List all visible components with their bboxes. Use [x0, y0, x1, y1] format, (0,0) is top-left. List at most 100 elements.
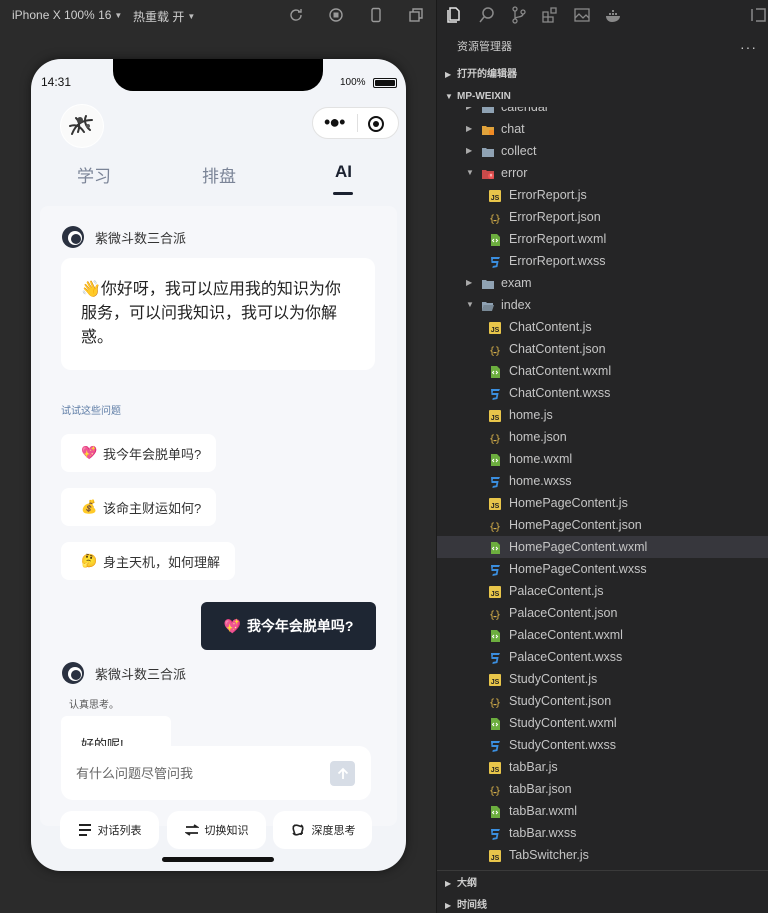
- tree-file[interactable]: ErrorReport.wxss: [437, 250, 768, 272]
- tree-file[interactable]: home.wxml: [437, 448, 768, 470]
- hot-reload-toggle[interactable]: 热重载 开 ▼: [133, 8, 195, 25]
- tree-folder[interactable]: ▼ error: [437, 162, 768, 184]
- tree-folder[interactable]: ▶ collect: [437, 140, 768, 162]
- folder-icon: [481, 122, 495, 136]
- stop-icon[interactable]: [328, 7, 344, 23]
- wxml-file-icon: [488, 364, 502, 378]
- activity-bar: [437, 0, 768, 30]
- tree-file[interactable]: JS StudyContent.js: [437, 668, 768, 690]
- tree-file[interactable]: {} home.json: [437, 426, 768, 448]
- timeline-section[interactable]: ▶ 时间线: [437, 895, 768, 913]
- tree-item-label: PalaceContent.js: [509, 584, 604, 598]
- button-label: 深度思考: [311, 825, 356, 837]
- button-label: 对话列表: [97, 825, 142, 837]
- files-icon[interactable]: [445, 6, 463, 24]
- svg-text:{}: {}: [489, 786, 501, 797]
- tree-file[interactable]: PalaceContent.wxss: [437, 646, 768, 668]
- tree-folder[interactable]: ▼ index: [437, 294, 768, 316]
- tree-file[interactable]: PalaceContent.wxml: [437, 624, 768, 646]
- tree-item-label: home.wxml: [509, 452, 573, 466]
- js-file-icon: JS: [488, 188, 502, 202]
- phone-notch: [113, 59, 323, 91]
- mini-program-capsule: •●•: [312, 107, 399, 139]
- tree-file[interactable]: {} tabBar.json: [437, 778, 768, 800]
- deep-thinking-button[interactable]: 深度思考: [273, 811, 372, 849]
- tree-file[interactable]: JS ChatContent.js: [437, 316, 768, 338]
- wxml-file-icon: [488, 804, 502, 818]
- svg-text:{}: {}: [489, 522, 501, 533]
- send-button[interactable]: [330, 761, 355, 786]
- tree-item-label: ErrorReport.json: [509, 210, 601, 224]
- tab-study[interactable]: 学习: [77, 162, 111, 187]
- tree-file[interactable]: StudyContent.wxss: [437, 734, 768, 756]
- avatar[interactable]: [60, 104, 104, 148]
- detach-window-icon[interactable]: [408, 7, 424, 23]
- tree-file[interactable]: HomePageContent.wxss: [437, 558, 768, 580]
- chevron-down-icon: ▼: [466, 300, 474, 309]
- conversation-list-button[interactable]: 对话列表: [60, 811, 159, 849]
- tree-file[interactable]: {} ErrorReport.json: [437, 206, 768, 228]
- tree-folder[interactable]: ▶ chat: [437, 118, 768, 140]
- suggestion-chip[interactable]: 💰 该命主财运如何?: [61, 488, 217, 526]
- tree-file[interactable]: home.wxss: [437, 470, 768, 492]
- tree-item-label: ErrorReport.wxss: [509, 254, 606, 268]
- tree-file[interactable]: ChatContent.wxml: [437, 360, 768, 382]
- wxml-file-icon: [488, 628, 502, 642]
- tree-file[interactable]: {} HomePageContent.json: [437, 514, 768, 536]
- extensions-icon[interactable]: [541, 6, 559, 24]
- tree-folder[interactable]: ▶ exam: [437, 272, 768, 294]
- heart-icon: 💖: [81, 445, 98, 460]
- tree-file[interactable]: JS PalaceContent.js: [437, 580, 768, 602]
- tree-file[interactable]: {} PalaceContent.json: [437, 602, 768, 624]
- search-icon[interactable]: [478, 6, 496, 24]
- svg-text:{}: {}: [489, 698, 501, 709]
- tab-ai[interactable]: AI: [335, 162, 352, 182]
- chat-input[interactable]: [76, 763, 316, 783]
- close-target-icon[interactable]: [367, 115, 385, 133]
- battery-percent: 100%: [340, 77, 366, 88]
- docker-icon[interactable]: [605, 6, 623, 24]
- tree-file[interactable]: JS TabSwitcher.js: [437, 844, 768, 866]
- refresh-icon[interactable]: [288, 7, 304, 23]
- tree-file[interactable]: tabBar.wxss: [437, 822, 768, 844]
- tree-file[interactable]: {} ChatContent.json: [437, 338, 768, 360]
- tree-file[interactable]: JS tabBar.js: [437, 756, 768, 778]
- project-section[interactable]: ▼ MP-WEIXIN: [437, 86, 768, 108]
- section-label: 打开的编辑器: [457, 69, 517, 80]
- tree-file[interactable]: {} StudyContent.json: [437, 690, 768, 712]
- tab-chart[interactable]: 排盘: [202, 162, 236, 187]
- phone-preview-icon[interactable]: [368, 7, 384, 23]
- svg-text:JS: JS: [491, 415, 500, 422]
- suggestion-chip[interactable]: 🤔 身主天机，如何理解: [61, 542, 236, 580]
- tree-file[interactable]: StudyContent.wxml: [437, 712, 768, 734]
- tree-item-label: exam: [501, 276, 532, 290]
- device-selector[interactable]: iPhone X 100% 16 ▼: [12, 8, 122, 22]
- source-control-icon[interactable]: [510, 6, 528, 24]
- tree-item-label: ErrorReport.wxml: [509, 232, 607, 246]
- tree-folder[interactable]: ▶ calendar: [437, 107, 768, 118]
- folder-icon: [481, 144, 495, 158]
- tree-file[interactable]: JS ErrorReport.js: [437, 184, 768, 206]
- split-panel-icon[interactable]: [749, 6, 767, 24]
- tree-file[interactable]: tabBar.wxml: [437, 800, 768, 822]
- image-preview-icon[interactable]: [573, 6, 591, 24]
- suggestions-title: 试试这些问题: [61, 406, 121, 417]
- device-label: iPhone X 100% 16: [12, 8, 112, 22]
- outline-section[interactable]: ▶ 大纲: [437, 873, 768, 895]
- tree-file[interactable]: ErrorReport.wxml: [437, 228, 768, 250]
- js-file-icon: JS: [488, 496, 502, 510]
- status-time: 14:31: [41, 75, 72, 89]
- tree-file[interactable]: JS home.js: [437, 404, 768, 426]
- open-editors-section[interactable]: ▶ 打开的编辑器: [437, 64, 768, 86]
- wxss-file-icon: [488, 254, 502, 268]
- suggestion-chip[interactable]: 💖 我今年会脱单吗?: [61, 434, 217, 472]
- tree-item-label: calendar: [501, 107, 549, 114]
- tree-item-label: tabBar.wxml: [509, 804, 578, 818]
- chevron-right-icon: ▶: [445, 879, 452, 888]
- more-dots-icon[interactable]: •●•: [324, 112, 346, 132]
- more-actions-icon[interactable]: ···: [740, 36, 757, 58]
- tree-file[interactable]: ChatContent.wxss: [437, 382, 768, 404]
- switch-knowledge-button[interactable]: 切换知识: [167, 811, 266, 849]
- tree-file[interactable]: JS HomePageContent.js: [437, 492, 768, 514]
- tree-file[interactable]: HomePageContent.wxml: [437, 536, 768, 558]
